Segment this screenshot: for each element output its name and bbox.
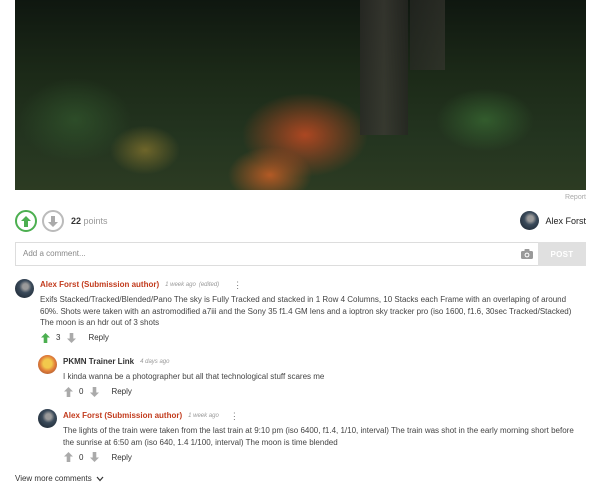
post-image[interactable] bbox=[15, 0, 586, 190]
points-count: 22 points bbox=[71, 216, 108, 226]
comment-time: 1 week ago bbox=[165, 281, 196, 288]
chevron-down-icon bbox=[96, 476, 104, 481]
bridge-pillar-far bbox=[410, 0, 445, 70]
more-options-icon[interactable]: ⋮ bbox=[233, 280, 242, 289]
downvote-icon[interactable] bbox=[89, 452, 99, 462]
comment-text: I kinda wanna be a photographer but all … bbox=[63, 372, 325, 381]
comment-author[interactable]: Alex Forst (Submission author) bbox=[40, 280, 159, 289]
bridge-pillar bbox=[360, 0, 408, 135]
avatar[interactable] bbox=[38, 355, 57, 374]
upvote-icon bbox=[21, 215, 31, 227]
more-options-icon[interactable]: ⋮ bbox=[230, 411, 239, 420]
comment-text: Exifs Stacked/Tracked/Blended/Pano The s… bbox=[40, 295, 572, 327]
comment-edited: (edited) bbox=[198, 281, 220, 288]
points-number: 22 bbox=[71, 216, 82, 226]
post-author-name[interactable]: Alex Forst bbox=[545, 216, 586, 226]
post-comment-button[interactable]: POST bbox=[538, 242, 586, 266]
points-label: points bbox=[83, 216, 108, 226]
vote-count: 0 bbox=[79, 387, 84, 396]
upvote-icon[interactable] bbox=[63, 452, 73, 462]
reply-button[interactable]: Reply bbox=[88, 333, 108, 342]
comment-author[interactable]: Alex Forst (Submission author) bbox=[63, 411, 182, 420]
comment: PKMN Trainer Link 4 days ago I kinda wan… bbox=[63, 357, 583, 397]
comment-meta: 1 week ago (edited) bbox=[165, 282, 222, 288]
post-author[interactable]: Alex Forst bbox=[520, 211, 586, 230]
comment-author[interactable]: PKMN Trainer Link bbox=[63, 357, 134, 366]
reply-button[interactable]: Reply bbox=[111, 453, 131, 462]
downvote-button[interactable] bbox=[42, 210, 64, 232]
upvote-icon[interactable] bbox=[40, 332, 50, 343]
vote-count: 3 bbox=[56, 333, 61, 342]
downvote-icon bbox=[48, 215, 58, 227]
downvote-icon[interactable] bbox=[89, 386, 99, 397]
reply-button[interactable]: Reply bbox=[111, 387, 131, 396]
upvote-icon[interactable] bbox=[63, 386, 73, 397]
upvote-button[interactable] bbox=[15, 210, 37, 232]
report-link[interactable]: Report bbox=[565, 194, 586, 201]
comment-input[interactable] bbox=[23, 249, 503, 258]
comment: Alex Forst (Submission author) 1 week ag… bbox=[63, 411, 583, 462]
avatar[interactable] bbox=[520, 211, 540, 230]
comment-time: 4 days ago bbox=[140, 358, 170, 365]
view-more-label[interactable]: View more comments bbox=[15, 474, 92, 483]
comment-time: 1 week ago bbox=[188, 412, 219, 419]
camera-icon[interactable] bbox=[521, 249, 533, 259]
avatar[interactable] bbox=[15, 279, 34, 298]
comment-text: The lights of the train were taken from … bbox=[63, 426, 574, 447]
vote-count: 0 bbox=[79, 452, 84, 462]
comment-form bbox=[15, 242, 538, 266]
avatar[interactable] bbox=[38, 409, 57, 428]
comment: Alex Forst (Submission author) 1 week ag… bbox=[40, 280, 586, 343]
downvote-icon[interactable] bbox=[66, 332, 76, 343]
view-more-comments-button[interactable]: View more comments bbox=[15, 474, 104, 483]
